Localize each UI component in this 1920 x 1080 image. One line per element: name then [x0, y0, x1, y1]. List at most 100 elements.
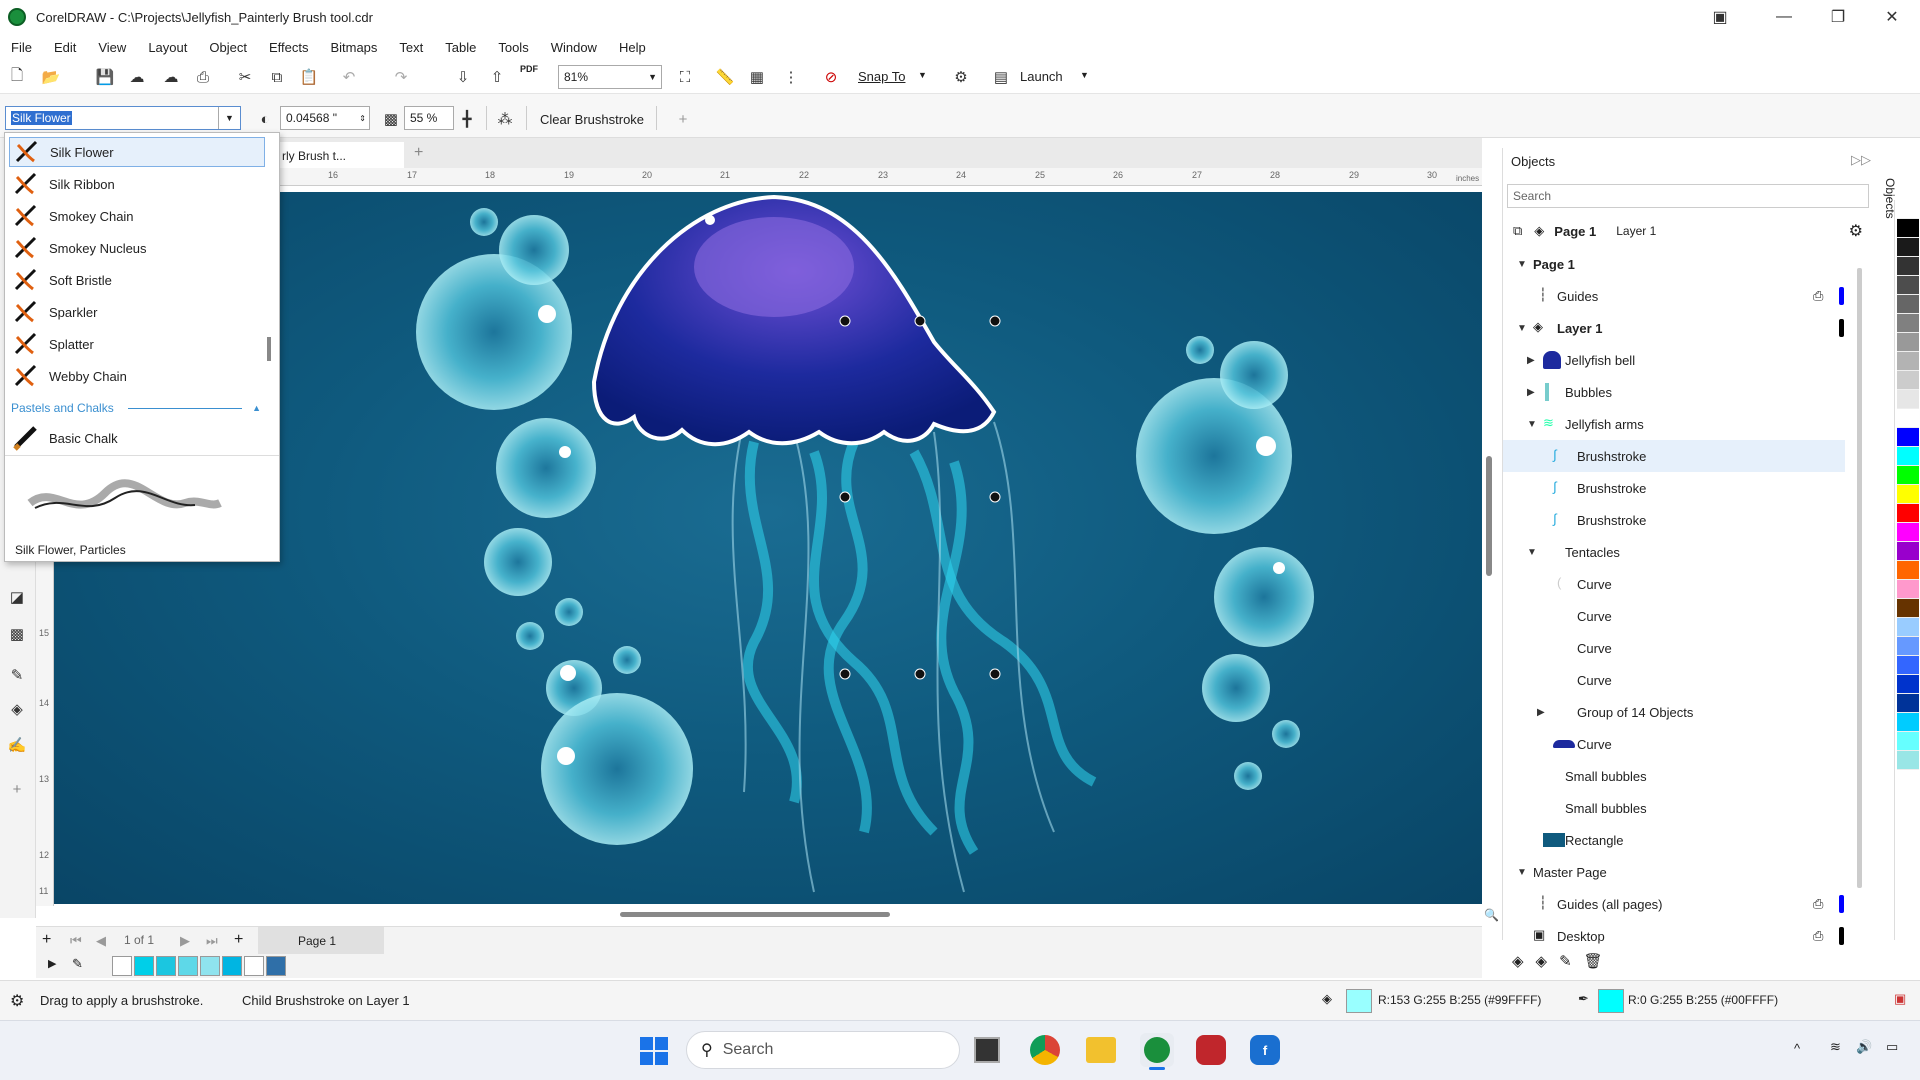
- palette-swatch[interactable]: [1897, 238, 1919, 257]
- eyedropper-tool-icon[interactable]: ✎: [6, 664, 28, 686]
- start-button[interactable]: [640, 1037, 668, 1065]
- palette-swatch[interactable]: [1897, 276, 1919, 295]
- palette-swatch[interactable]: [1897, 257, 1919, 276]
- launch-menu[interactable]: Launch: [1020, 69, 1063, 84]
- redo-icon[interactable]: ↷: [390, 66, 412, 88]
- add-icon[interactable]: +: [672, 108, 694, 130]
- tree-row-rectangle[interactable]: Rectangle: [1503, 824, 1843, 856]
- document-swatch[interactable]: [244, 956, 264, 976]
- tree-row-group[interactable]: ▶ Group of 14 Objects: [1503, 696, 1843, 728]
- export-pdf-button[interactable]: PDF: [520, 64, 538, 74]
- prev-page-icon[interactable]: ◀: [96, 933, 106, 949]
- palette-swatch[interactable]: [1897, 409, 1919, 428]
- document-swatch[interactable]: [156, 956, 176, 976]
- palette-swatch[interactable]: [1897, 295, 1919, 314]
- add-page-icon[interactable]: +: [42, 931, 51, 949]
- tree-row-small-bubbles[interactable]: Small bubbles: [1503, 760, 1843, 792]
- print-toggle-icon[interactable]: ⎙: [1813, 288, 1823, 304]
- snap-to-menu[interactable]: Snap To: [858, 69, 905, 84]
- fill-swatch[interactable]: [1346, 989, 1372, 1013]
- tree-row-page[interactable]: ▼ Page 1: [1503, 248, 1843, 280]
- menu-table[interactable]: Table: [434, 40, 487, 55]
- menu-object[interactable]: Object: [198, 40, 258, 55]
- grid-icon[interactable]: ▦: [746, 66, 768, 88]
- page-tab[interactable]: Page 1: [258, 927, 384, 955]
- palette-swatch[interactable]: [1897, 219, 1919, 238]
- brush-item[interactable]: Sparkler: [9, 297, 265, 327]
- tree-row-guides[interactable]: ┆ Guides ⎙: [1503, 280, 1844, 312]
- document-swatch[interactable]: [178, 956, 198, 976]
- docker-scrollbar[interactable]: [1857, 268, 1862, 888]
- volume-icon[interactable]: 🔊: [1856, 1039, 1872, 1055]
- tree-row-brushstroke[interactable]: ∫ Brushstroke: [1503, 472, 1843, 504]
- transparency-tool-icon[interactable]: ▩: [6, 623, 28, 645]
- minimize-button[interactable]: —: [1764, 4, 1804, 30]
- print-toggle-icon[interactable]: ⎙: [1813, 928, 1823, 944]
- tree-row-curve[interactable]: Curve: [1503, 664, 1843, 696]
- palette-swatch[interactable]: [1897, 314, 1919, 333]
- palette-swatch[interactable]: [1897, 333, 1919, 352]
- snap-to-chevron-icon[interactable]: ▼: [918, 70, 927, 80]
- tree-row-curve[interactable]: Curve: [1503, 728, 1843, 760]
- rulers-icon[interactable]: 📏: [714, 66, 736, 88]
- new-tab-icon[interactable]: +: [414, 144, 423, 162]
- app-f-icon[interactable]: f: [1250, 1035, 1280, 1065]
- palette-swatch[interactable]: [1897, 542, 1919, 561]
- paste-icon[interactable]: 📋: [298, 66, 320, 88]
- screen-recorder-icon[interactable]: [1196, 1035, 1226, 1065]
- spinner-icon[interactable]: ⇕: [359, 114, 366, 123]
- guidelines-icon[interactable]: ⋮: [780, 66, 802, 88]
- coreldraw-taskbar-icon[interactable]: [1140, 1033, 1174, 1070]
- save-icon[interactable]: 💾: [94, 66, 116, 88]
- chevron-down-icon[interactable]: ▼: [218, 107, 240, 129]
- clear-brushstroke-button[interactable]: Clear Brushstroke: [540, 112, 644, 127]
- tree-row-brushstroke[interactable]: ∫ Brushstroke: [1503, 504, 1843, 536]
- menu-edit[interactable]: Edit: [43, 40, 87, 55]
- palette-swatch[interactable]: [1897, 447, 1919, 466]
- palette-swatch[interactable]: [1897, 523, 1919, 542]
- tree-row-curve[interactable]: Curve: [1503, 600, 1843, 632]
- palette-swatch[interactable]: [1897, 751, 1919, 770]
- brush-item[interactable]: Smokey Chain: [9, 201, 265, 231]
- account-icon[interactable]: ▣: [1700, 4, 1740, 30]
- layer-icon[interactable]: ◈: [1534, 223, 1544, 239]
- palette-swatch[interactable]: [1897, 352, 1919, 371]
- palette-swatch[interactable]: [1897, 580, 1919, 599]
- settings-gear-icon[interactable]: ⚙: [950, 66, 972, 88]
- brush-item[interactable]: Webby Chain: [9, 361, 265, 391]
- new-master-layer-icon[interactable]: ◈: [1536, 952, 1548, 976]
- brush-select-field[interactable]: Silk Flower ▼: [5, 106, 241, 130]
- document-swatch[interactable]: [266, 956, 286, 976]
- dropdown-scrollbar[interactable]: [267, 337, 271, 361]
- palette-swatch[interactable]: [1897, 694, 1919, 713]
- menu-view[interactable]: View: [87, 40, 137, 55]
- cut-icon[interactable]: ✂: [234, 66, 256, 88]
- brush-item[interactable]: Basic Chalk: [9, 423, 265, 453]
- tree-row-jellyfish-arms[interactable]: ▼ ≋ Jellyfish arms: [1503, 408, 1843, 440]
- palette-swatch[interactable]: [1897, 371, 1919, 390]
- delete-icon[interactable]: 🗑: [1584, 952, 1603, 976]
- import-icon[interactable]: ⇩: [452, 66, 474, 88]
- tree-row-desktop[interactable]: ▣ Desktop ⎙: [1503, 920, 1844, 952]
- add-tool-icon[interactable]: +: [6, 778, 28, 800]
- taskbar-search[interactable]: ⚲ Search: [686, 1031, 960, 1069]
- brush-size-field[interactable]: 0.04568 " ⇕: [280, 106, 370, 130]
- wifi-icon[interactable]: ≋: [1830, 1039, 1841, 1055]
- palette-swatch[interactable]: [1897, 618, 1919, 637]
- palette-swatch[interactable]: [1897, 599, 1919, 618]
- cloud-upload-icon[interactable]: ☁: [126, 66, 148, 88]
- settings-gear-icon[interactable]: ⚙: [10, 991, 24, 1011]
- tree-row-small-bubbles[interactable]: Small bubbles: [1503, 792, 1843, 824]
- open-icon[interactable]: 📂: [40, 66, 62, 88]
- tree-row-bubbles[interactable]: ▶ Bubbles: [1503, 376, 1843, 408]
- no-color-swatch[interactable]: [112, 956, 132, 976]
- collapse-icon[interactable]: ▲: [252, 403, 261, 413]
- cloud-share-icon[interactable]: ☁: [160, 66, 182, 88]
- drop-shadow-tool-icon[interactable]: ◪: [6, 586, 28, 608]
- launch-icon[interactable]: ▤: [990, 66, 1012, 88]
- brush-item[interactable]: Splatter: [9, 329, 265, 359]
- zoom-icon[interactable]: 🔍: [1484, 908, 1499, 922]
- print-toggle-icon[interactable]: ⎙: [1813, 896, 1823, 912]
- battery-icon[interactable]: ▭: [1886, 1039, 1898, 1055]
- document-tab[interactable]: rly Brush t...: [276, 142, 404, 168]
